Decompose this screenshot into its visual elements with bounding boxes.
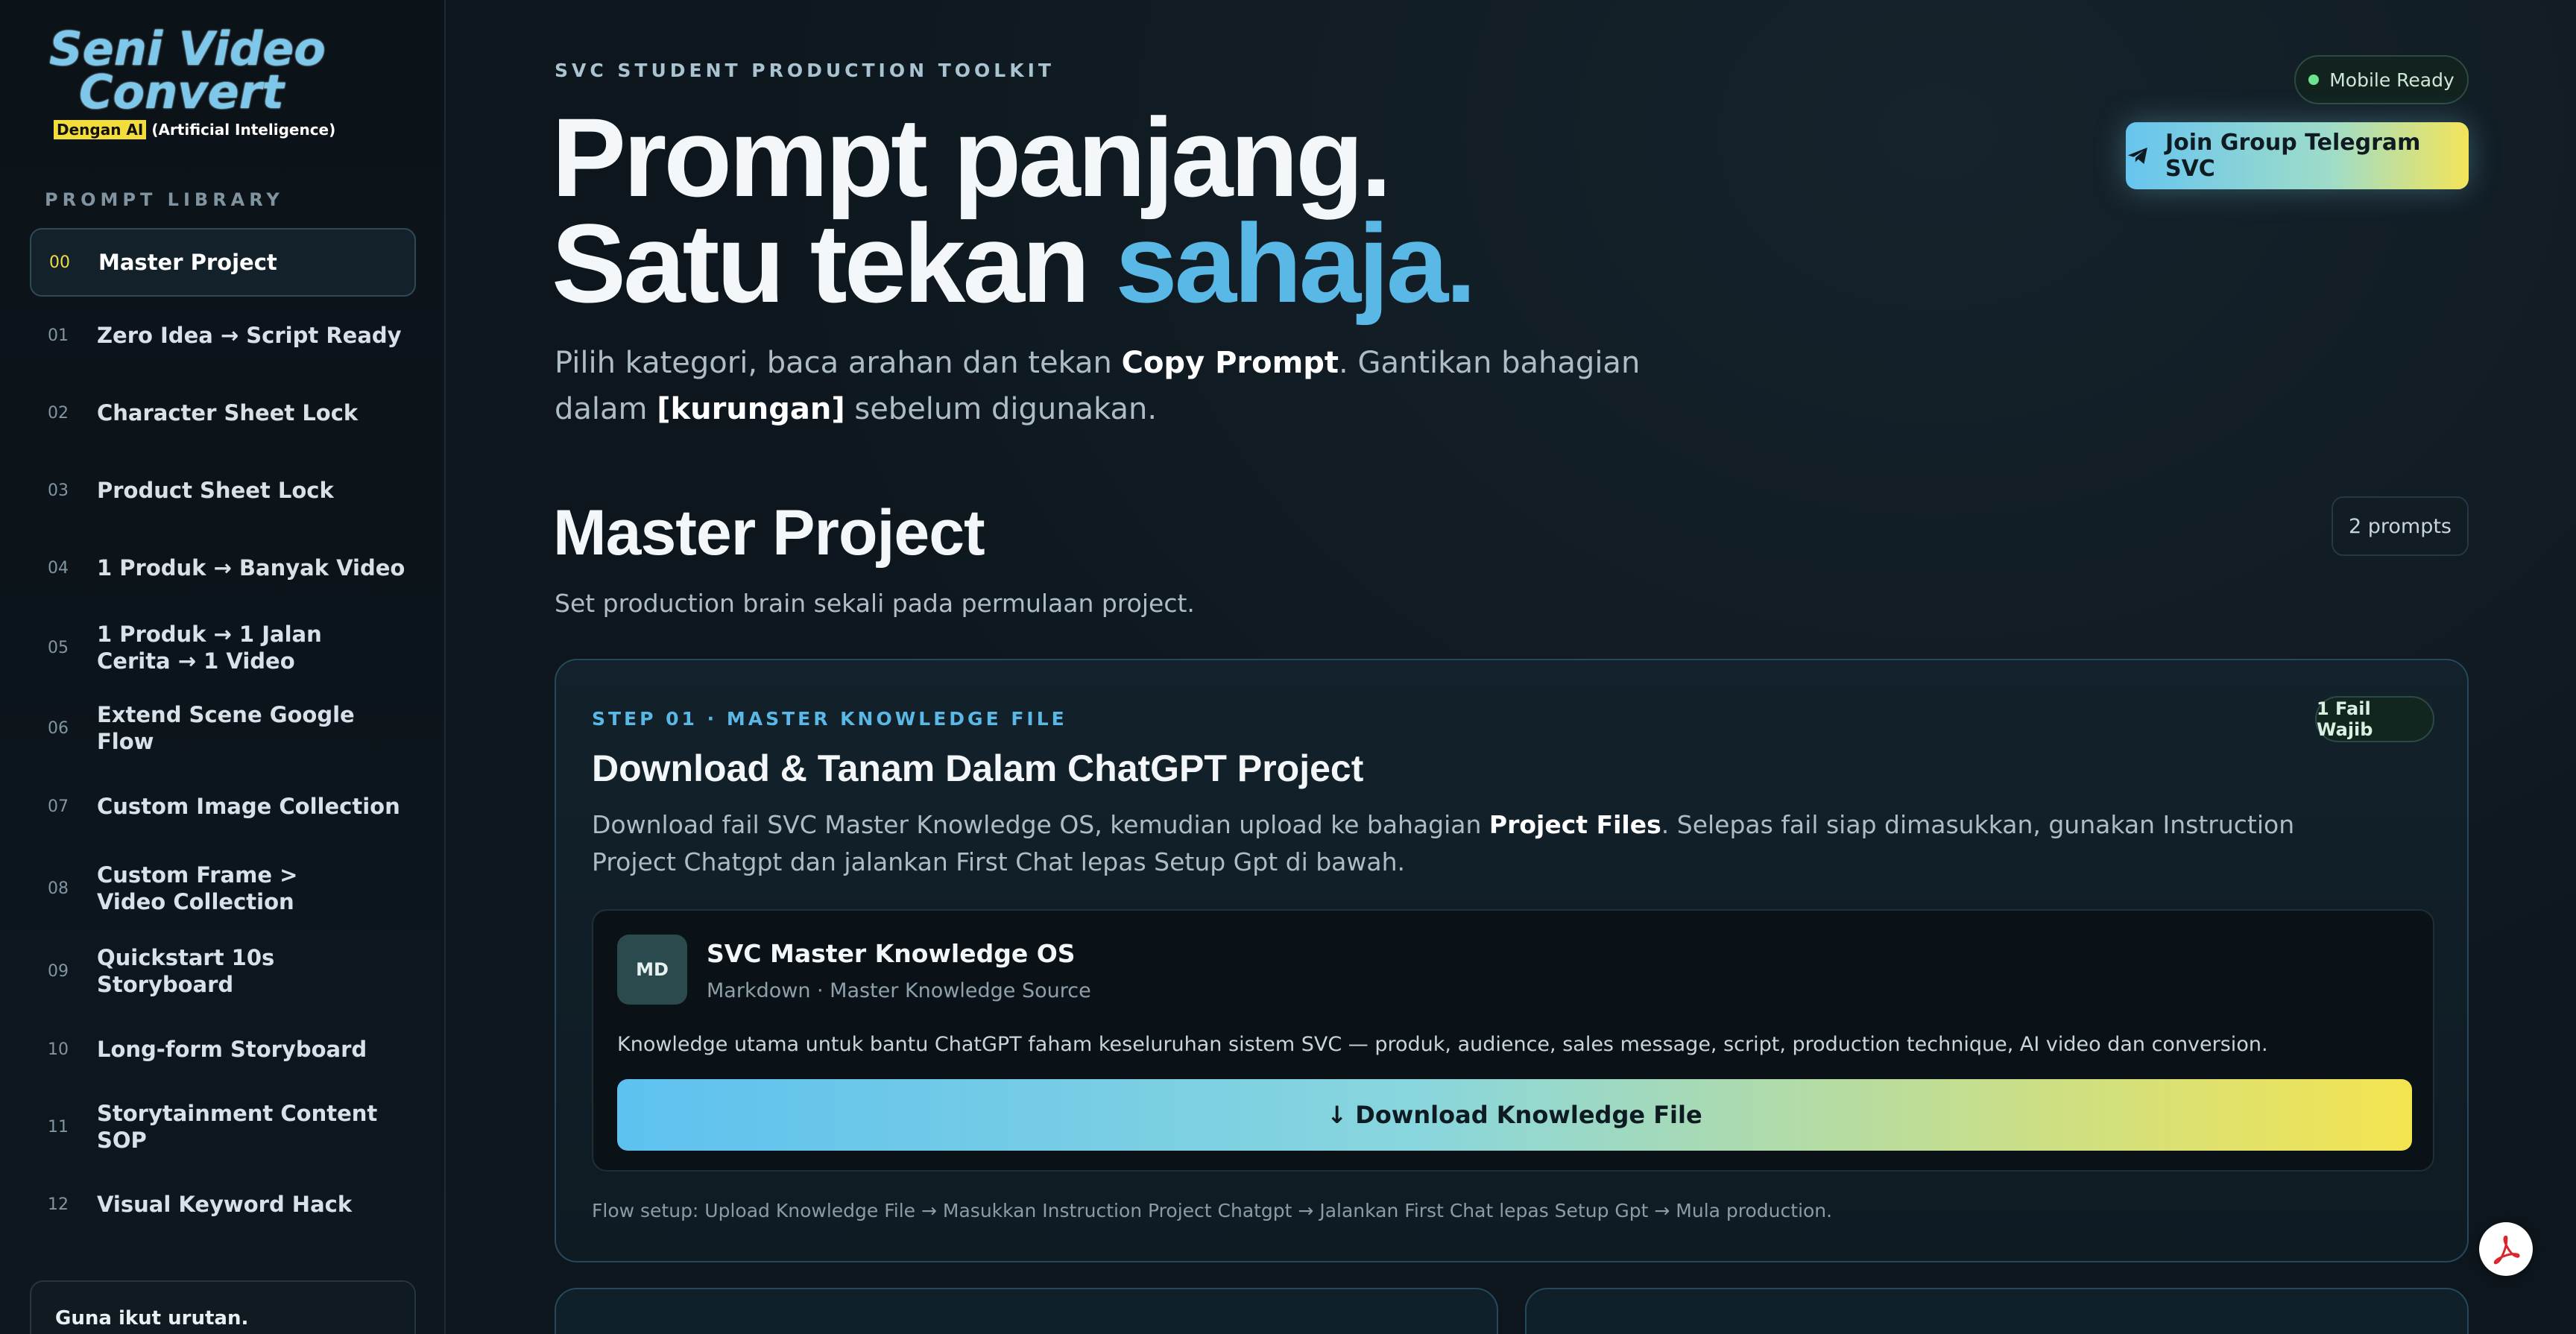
file-name: SVC Master Knowledge OS xyxy=(707,939,1076,968)
sidebar-item-label: Custom Image Collection xyxy=(97,794,400,819)
required-file-badge: 1 Fail Wajib xyxy=(2315,696,2434,742)
sidebar-item-number: 01 xyxy=(48,326,69,345)
sidebar-item-label: 1 Produk → 1 Jalan Cerita → 1 Video xyxy=(97,622,322,674)
main-content: SVC STUDENT PRODUCTION TOOLKIT Prompt pa… xyxy=(447,0,2576,1334)
sidebar-item-extend-scene[interactable]: 06 Extend Scene Google Flow xyxy=(30,689,416,768)
sidebar-item-number: 11 xyxy=(48,1117,69,1137)
guide-note-text: Guna ikut urutan. xyxy=(55,1307,249,1330)
page-title: Prompt panjang. Satu tekan sahaja. xyxy=(552,95,1477,319)
sidebar-item-number: 12 xyxy=(48,1195,69,1214)
sidebar-item-custom-frame[interactable]: 08 Custom Frame > Video Collection xyxy=(30,845,416,932)
sidebar-item-number: 07 xyxy=(48,797,69,816)
page-subtitle: Pilih kategori, baca arahan dan tekan Co… xyxy=(555,340,1673,432)
next-card-left[interactable] xyxy=(555,1288,1498,1334)
sidebar-item-number: 02 xyxy=(48,403,69,423)
sidebar-item-label: Extend Scene Google Flow xyxy=(97,702,355,754)
prompt-count-badge: 2 prompts xyxy=(2332,496,2469,556)
file-meta: Markdown · Master Knowledge Source xyxy=(707,979,1091,1002)
hero-line-2-text: Satu tekan xyxy=(552,200,1116,326)
card-desc-project-files: Project Files xyxy=(1489,810,1661,839)
join-telegram-button[interactable]: Join Group Telegram SVC xyxy=(2126,122,2469,189)
pdf-icon xyxy=(2493,1236,2520,1265)
subtitle-copy-prompt: Copy Prompt xyxy=(1121,346,1339,380)
file-description: Knowledge utama untuk bantu ChatGPT faha… xyxy=(617,1033,2268,1056)
sidebar-item-label: Character Sheet Lock xyxy=(97,400,359,426)
master-knowledge-card: STEP 01 · MASTER KNOWLEDGE FILE 1 Fail W… xyxy=(555,659,2469,1262)
sidebar-item-long-form[interactable]: 10 Long-form Storyboard xyxy=(30,1011,416,1088)
pdf-button[interactable] xyxy=(2479,1222,2533,1276)
sidebar-item-number: 00 xyxy=(49,253,70,272)
sidebar-item-label: Custom Frame > Video Collection xyxy=(97,862,298,914)
logo-text-line2: Convert xyxy=(79,65,284,119)
sidebar-item-label: Long-form Storyboard xyxy=(97,1037,367,1062)
sidebar-item-label: 1 Produk → Banyak Video xyxy=(97,555,405,581)
sidebar-item-label: Zero Idea → Script Ready xyxy=(97,323,402,348)
flow-setup-note: Flow setup: Upload Knowledge File → Masu… xyxy=(592,1200,1833,1221)
sidebar-item-number: 04 xyxy=(48,558,69,578)
mobile-ready-label: Mobile Ready xyxy=(2329,69,2455,91)
hero-accent-text: sahaja. xyxy=(1115,200,1477,326)
sidebar-item-number: 05 xyxy=(48,638,69,657)
mobile-ready-badge: Mobile Ready xyxy=(2294,55,2469,104)
logo-subtitle: Dengan AI (Artificial Inteligence) xyxy=(54,120,336,139)
sidebar-item-visual-keyword[interactable]: 12 Visual Keyword Hack xyxy=(30,1166,416,1243)
sidebar-item-custom-image[interactable]: 07 Custom Image Collection xyxy=(30,768,416,845)
sidebar-item-label: Visual Keyword Hack xyxy=(97,1192,353,1217)
sidebar-item-label: Master Project xyxy=(98,250,277,275)
sidebar-item-number: 08 xyxy=(48,879,69,898)
markdown-file-icon: MD xyxy=(617,935,687,1005)
sidebar-item-number: 03 xyxy=(48,481,69,500)
step-label: STEP 01 · MASTER KNOWLEDGE FILE xyxy=(592,708,1067,730)
sidebar-item-master-project[interactable]: 00 Master Project xyxy=(30,228,416,297)
sidebar-item-number: 06 xyxy=(48,718,69,738)
card-description: Download fail SVC Master Knowledge OS, k… xyxy=(592,806,2306,881)
section-title: Master Project xyxy=(553,497,985,569)
sidebar-item-storytainment[interactable]: 11 Storytainment Content SOP xyxy=(30,1088,416,1166)
hero-line-1: Prompt panjang. xyxy=(552,95,1392,220)
sidebar-item-1-produk-jalan-cerita[interactable]: 05 1 Produk → 1 Jalan Cerita → 1 Video xyxy=(30,607,416,689)
sidebar-item-product-sheet[interactable]: 03 Product Sheet Lock xyxy=(30,452,416,529)
subtitle-kurungan: [kurungan] xyxy=(657,392,845,426)
sidebar-item-label: Storytainment Content SOP xyxy=(97,1101,378,1153)
sidebar-item-zero-idea[interactable]: 01 Zero Idea → Script Ready xyxy=(30,297,416,374)
sidebar-item-number: 09 xyxy=(48,961,69,981)
logo-subtitle-rest: (Artificial Inteligence) xyxy=(151,121,336,139)
subtitle-text: sebelum digunakan. xyxy=(845,392,1158,426)
page-eyebrow: SVC STUDENT PRODUCTION TOOLKIT xyxy=(555,60,1055,81)
telegram-button-label: Join Group Telegram SVC xyxy=(2165,130,2421,182)
telegram-icon xyxy=(2127,148,2147,164)
prompt-library-nav: 00 Master Project 01 Zero Idea → Script … xyxy=(30,228,416,1243)
section-subtitle: Set production brain sekali pada permula… xyxy=(555,589,1195,618)
sidebar-section-title: PROMPT LIBRARY xyxy=(45,189,284,210)
status-dot-icon xyxy=(2308,75,2320,85)
download-knowledge-button[interactable]: ↓ Download Knowledge File xyxy=(617,1079,2412,1151)
knowledge-file-box: MD SVC Master Knowledge OS Markdown · Ma… xyxy=(592,909,2434,1172)
subtitle-text: Pilih kategori, baca arahan dan tekan xyxy=(555,346,1122,380)
card-title: Download & Tanam Dalam ChatGPT Project xyxy=(592,747,1364,789)
logo-highlight: Dengan AI xyxy=(54,120,147,139)
card-desc-text: Download fail SVC Master Knowledge OS, k… xyxy=(592,810,1489,839)
sidebar-guide-note: Guna ikut urutan. xyxy=(30,1280,416,1334)
sidebar: Seni Video Convert Dengan AI (Artificial… xyxy=(0,0,446,1334)
brand-logo[interactable]: Seni Video Convert Dengan AI (Artificial… xyxy=(46,25,335,152)
sidebar-item-number: 10 xyxy=(48,1040,69,1059)
hero-line-2: Satu tekan sahaja. xyxy=(552,207,1477,319)
sidebar-item-label: Product Sheet Lock xyxy=(97,478,334,503)
next-card-right[interactable] xyxy=(1525,1288,2469,1334)
sidebar-item-character-sheet[interactable]: 02 Character Sheet Lock xyxy=(30,374,416,452)
sidebar-item-label: Quickstart 10s Storyboard xyxy=(97,945,275,997)
sidebar-item-1-produk-banyak-video[interactable]: 04 1 Produk → Banyak Video xyxy=(30,529,416,607)
sidebar-item-quickstart[interactable]: 09 Quickstart 10s Storyboard xyxy=(30,932,416,1011)
